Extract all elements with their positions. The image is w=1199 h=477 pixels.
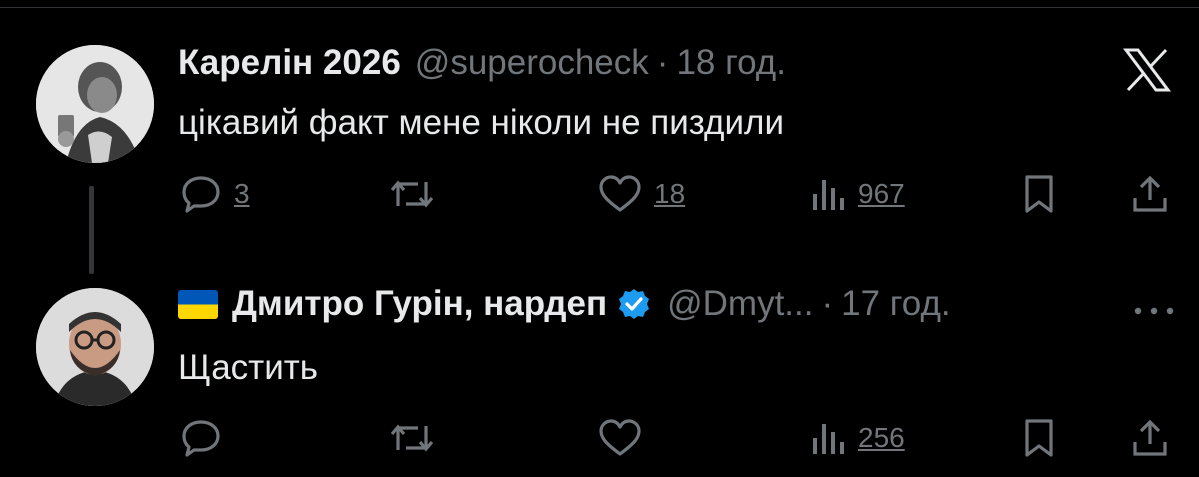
more-dots-icon[interactable] xyxy=(1132,306,1176,316)
tweet-text: цікавий факт мене ніколи не пиздили xyxy=(178,103,785,142)
heart-icon xyxy=(599,419,641,456)
bookmark-icon xyxy=(1025,175,1053,213)
reply-icon xyxy=(182,176,220,213)
views-button[interactable]: 967 xyxy=(810,172,905,216)
timestamp[interactable]: 18 год. xyxy=(676,43,786,83)
verified-badge-icon xyxy=(619,289,650,319)
like-button[interactable]: 18 xyxy=(598,172,685,216)
tweet-1[interactable]: Карелін 2026 @superocheck · 18 год. ціка… xyxy=(0,0,1199,274)
retweet-button[interactable] xyxy=(388,416,436,460)
bookmark-button[interactable] xyxy=(1022,416,1056,460)
share-button[interactable] xyxy=(1130,416,1170,460)
action-bar: 256 xyxy=(0,416,1199,460)
heart-icon xyxy=(599,175,641,212)
retweet-icon xyxy=(390,424,434,452)
avatar-image xyxy=(36,288,154,406)
like-count: 18 xyxy=(654,178,686,209)
share-icon xyxy=(1133,175,1167,212)
author-name[interactable]: Карелін 2026 xyxy=(178,43,401,83)
views-button[interactable]: 256 xyxy=(810,416,905,460)
analytics-icon xyxy=(813,424,844,454)
timestamp[interactable]: 17 год. xyxy=(841,284,951,324)
reply-count: 3 xyxy=(234,178,250,209)
reply-button[interactable] xyxy=(180,416,222,460)
avatar-gurin[interactable] xyxy=(36,288,154,406)
analytics-icon xyxy=(813,180,844,210)
author-name[interactable]: Дмитро Гурін, нардеп xyxy=(232,284,607,324)
bookmark-icon xyxy=(1025,419,1053,457)
tweet-header: Карелін 2026 @superocheck · 18 год. xyxy=(178,43,786,83)
x-logo-icon[interactable] xyxy=(1123,48,1171,92)
separator-dot: · xyxy=(821,284,834,323)
author-handle[interactable]: @superocheck xyxy=(415,43,649,83)
like-button[interactable] xyxy=(598,416,642,460)
retweet-button[interactable] xyxy=(388,172,436,216)
action-bar: 3 18 967 xyxy=(0,172,1199,216)
reply-icon xyxy=(182,420,220,457)
reply-button[interactable]: 3 xyxy=(180,172,250,216)
tweet-text: Щастить xyxy=(178,348,319,387)
view-count: 967 xyxy=(858,178,905,209)
retweet-icon xyxy=(390,180,434,208)
bookmark-button[interactable] xyxy=(1022,172,1056,216)
author-handle[interactable]: @Dmyt... xyxy=(667,284,813,324)
tweet-header: Дмитро Гурін, нардеп @Dmyt... · 17 год. xyxy=(178,284,951,324)
separator-dot: · xyxy=(656,43,669,82)
share-button[interactable] xyxy=(1130,172,1170,216)
avatar-karelin[interactable] xyxy=(36,45,154,163)
avatar-image xyxy=(36,45,154,163)
ukraine-flag-icon xyxy=(178,289,218,319)
view-count: 256 xyxy=(858,422,905,453)
tweet-2[interactable]: Дмитро Гурін, нардеп @Dmyt... · 17 год. … xyxy=(0,270,1199,477)
share-icon xyxy=(1133,419,1167,456)
